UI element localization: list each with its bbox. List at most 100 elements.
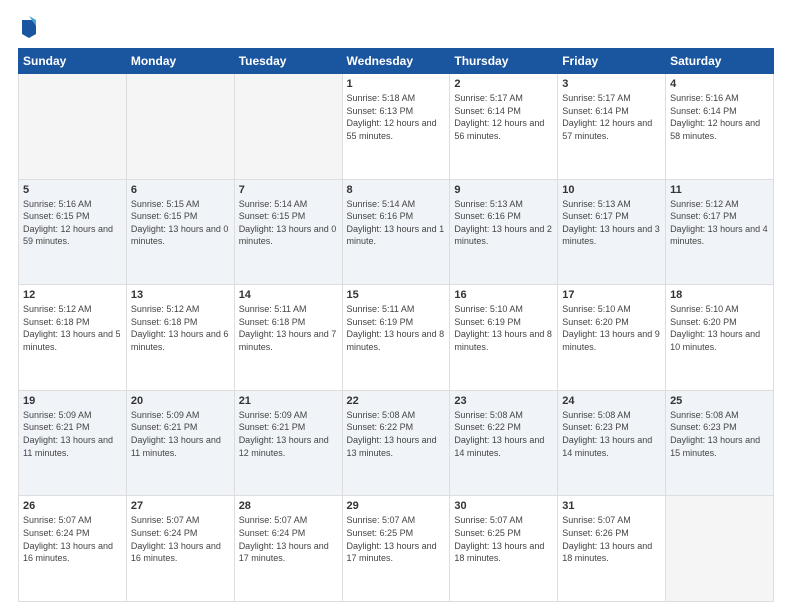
- day-info: Sunrise: 5:10 AMSunset: 6:20 PMDaylight:…: [562, 303, 661, 353]
- calendar-cell: [19, 74, 127, 180]
- day-number: 31: [562, 500, 661, 512]
- day-info: Sunrise: 5:07 AMSunset: 6:25 PMDaylight:…: [347, 514, 446, 564]
- calendar-week-row: 19Sunrise: 5:09 AMSunset: 6:21 PMDayligh…: [19, 390, 774, 496]
- day-info: Sunrise: 5:12 AMSunset: 6:17 PMDaylight:…: [670, 198, 769, 248]
- calendar-cell: 14 Sunrise: 5:11 AMSunset: 6:18 PMDayligh…: [234, 285, 342, 391]
- day-info: Sunrise: 5:08 AMSunset: 6:23 PMDaylight:…: [670, 409, 769, 459]
- day-info: Sunrise: 5:11 AMSunset: 6:19 PMDaylight:…: [347, 303, 446, 353]
- day-number: 29: [347, 500, 446, 512]
- logo-icon: [20, 16, 38, 38]
- calendar-cell: 13 Sunrise: 5:12 AMSunset: 6:18 PMDayligh…: [126, 285, 234, 391]
- calendar-header-row: SundayMondayTuesdayWednesdayThursdayFrid…: [19, 49, 774, 74]
- day-info: Sunrise: 5:08 AMSunset: 6:22 PMDaylight:…: [347, 409, 446, 459]
- calendar-cell: 7 Sunrise: 5:14 AMSunset: 6:15 PMDaylight…: [234, 179, 342, 285]
- calendar-cell: 15Sunrise: 5:11 AMSunset: 6:19 PMDayligh…: [342, 285, 450, 391]
- day-number: 7: [239, 184, 338, 196]
- day-number: 18: [670, 289, 769, 301]
- calendar-cell: 12 Sunrise: 5:12 AMSunset: 6:18 PMDayligh…: [19, 285, 127, 391]
- calendar-cell: 25Sunrise: 5:08 AMSunset: 6:23 PMDayligh…: [666, 390, 774, 496]
- day-number: 17: [562, 289, 661, 301]
- day-info: Sunrise: 5:09 AMSunset: 6:21 PMDaylight:…: [239, 409, 338, 459]
- day-number: 24: [562, 395, 661, 407]
- calendar-cell: 21 Sunrise: 5:09 AMSunset: 6:21 PMDayligh…: [234, 390, 342, 496]
- calendar-header-tuesday: Tuesday: [234, 49, 342, 74]
- calendar-header-monday: Monday: [126, 49, 234, 74]
- calendar-cell: 29 Sunrise: 5:07 AMSunset: 6:25 PMDayligh…: [342, 496, 450, 602]
- calendar-cell: 17 Sunrise: 5:10 AMSunset: 6:20 PMDayligh…: [558, 285, 666, 391]
- day-number: 3: [562, 78, 661, 90]
- calendar-cell: 19Sunrise: 5:09 AMSunset: 6:21 PMDayligh…: [19, 390, 127, 496]
- calendar-cell: 10Sunrise: 5:13 AMSunset: 6:17 PMDayligh…: [558, 179, 666, 285]
- day-number: 1: [347, 78, 446, 90]
- calendar-header-sunday: Sunday: [19, 49, 127, 74]
- day-number: 30: [454, 500, 553, 512]
- day-number: 27: [131, 500, 230, 512]
- day-info: Sunrise: 5:09 AMSunset: 6:21 PMDaylight:…: [131, 409, 230, 459]
- day-info: Sunrise: 5:15 AMSunset: 6:15 PMDaylight:…: [131, 198, 230, 248]
- calendar-cell: 16 Sunrise: 5:10 AMSunset: 6:19 PMDayligh…: [450, 285, 558, 391]
- day-info: Sunrise: 5:14 AMSunset: 6:16 PMDaylight:…: [347, 198, 446, 248]
- day-number: 11: [670, 184, 769, 196]
- calendar-cell: 1 Sunrise: 5:18 AMSunset: 6:13 PMDaylight…: [342, 74, 450, 180]
- day-info: Sunrise: 5:13 AMSunset: 6:16 PMDaylight:…: [454, 198, 553, 248]
- day-info: Sunrise: 5:14 AMSunset: 6:15 PMDaylight:…: [239, 198, 338, 248]
- calendar-cell: 30 Sunrise: 5:07 AMSunset: 6:25 PMDayligh…: [450, 496, 558, 602]
- header: [18, 18, 774, 38]
- day-info: Sunrise: 5:10 AMSunset: 6:19 PMDaylight:…: [454, 303, 553, 353]
- day-info: Sunrise: 5:07 AMSunset: 6:24 PMDaylight:…: [23, 514, 122, 564]
- day-info: Sunrise: 5:18 AMSunset: 6:13 PMDaylight:…: [347, 92, 446, 142]
- calendar-cell: 5 Sunrise: 5:16 AMSunset: 6:15 PMDaylight…: [19, 179, 127, 285]
- day-number: 5: [23, 184, 122, 196]
- calendar-cell: [126, 74, 234, 180]
- calendar-week-row: 1 Sunrise: 5:18 AMSunset: 6:13 PMDaylight…: [19, 74, 774, 180]
- calendar-week-row: 26 Sunrise: 5:07 AMSunset: 6:24 PMDayligh…: [19, 496, 774, 602]
- day-info: Sunrise: 5:12 AMSunset: 6:18 PMDaylight:…: [131, 303, 230, 353]
- calendar-header-wednesday: Wednesday: [342, 49, 450, 74]
- day-number: 8: [347, 184, 446, 196]
- day-info: Sunrise: 5:12 AMSunset: 6:18 PMDaylight:…: [23, 303, 122, 353]
- day-number: 10: [562, 184, 661, 196]
- day-number: 20: [131, 395, 230, 407]
- calendar-cell: 18 Sunrise: 5:10 AMSunset: 6:20 PMDayligh…: [666, 285, 774, 391]
- day-info: Sunrise: 5:07 AMSunset: 6:26 PMDaylight:…: [562, 514, 661, 564]
- day-number: 14: [239, 289, 338, 301]
- day-number: 9: [454, 184, 553, 196]
- calendar-cell: 2 Sunrise: 5:17 AMSunset: 6:14 PMDaylight…: [450, 74, 558, 180]
- day-number: 2: [454, 78, 553, 90]
- calendar-cell: 31 Sunrise: 5:07 AMSunset: 6:26 PMDayligh…: [558, 496, 666, 602]
- day-number: 13: [131, 289, 230, 301]
- calendar-week-row: 5 Sunrise: 5:16 AMSunset: 6:15 PMDaylight…: [19, 179, 774, 285]
- page: SundayMondayTuesdayWednesdayThursdayFrid…: [0, 0, 792, 612]
- day-number: 28: [239, 500, 338, 512]
- day-number: 23: [454, 395, 553, 407]
- day-info: Sunrise: 5:07 AMSunset: 6:24 PMDaylight:…: [131, 514, 230, 564]
- calendar-table: SundayMondayTuesdayWednesdayThursdayFrid…: [18, 48, 774, 602]
- day-number: 26: [23, 500, 122, 512]
- calendar-cell: 22Sunrise: 5:08 AMSunset: 6:22 PMDayligh…: [342, 390, 450, 496]
- day-info: Sunrise: 5:17 AMSunset: 6:14 PMDaylight:…: [454, 92, 553, 142]
- calendar-cell: 26 Sunrise: 5:07 AMSunset: 6:24 PMDayligh…: [19, 496, 127, 602]
- calendar-cell: [666, 496, 774, 602]
- day-info: Sunrise: 5:08 AMSunset: 6:23 PMDaylight:…: [562, 409, 661, 459]
- day-info: Sunrise: 5:07 AMSunset: 6:25 PMDaylight:…: [454, 514, 553, 564]
- calendar-header-friday: Friday: [558, 49, 666, 74]
- calendar-cell: 9 Sunrise: 5:13 AMSunset: 6:16 PMDaylight…: [450, 179, 558, 285]
- calendar-cell: 11 Sunrise: 5:12 AMSunset: 6:17 PMDayligh…: [666, 179, 774, 285]
- day-number: 16: [454, 289, 553, 301]
- day-number: 12: [23, 289, 122, 301]
- calendar-cell: 27 Sunrise: 5:07 AMSunset: 6:24 PMDayligh…: [126, 496, 234, 602]
- day-info: Sunrise: 5:16 AMSunset: 6:14 PMDaylight:…: [670, 92, 769, 142]
- calendar-cell: 23Sunrise: 5:08 AMSunset: 6:22 PMDayligh…: [450, 390, 558, 496]
- calendar-cell: 20 Sunrise: 5:09 AMSunset: 6:21 PMDayligh…: [126, 390, 234, 496]
- day-info: Sunrise: 5:07 AMSunset: 6:24 PMDaylight:…: [239, 514, 338, 564]
- logo-text: [18, 18, 38, 38]
- calendar-week-row: 12 Sunrise: 5:12 AMSunset: 6:18 PMDayligh…: [19, 285, 774, 391]
- day-info: Sunrise: 5:16 AMSunset: 6:15 PMDaylight:…: [23, 198, 122, 248]
- day-info: Sunrise: 5:11 AMSunset: 6:18 PMDaylight:…: [239, 303, 338, 353]
- day-info: Sunrise: 5:10 AMSunset: 6:20 PMDaylight:…: [670, 303, 769, 353]
- calendar-cell: 6 Sunrise: 5:15 AMSunset: 6:15 PMDaylight…: [126, 179, 234, 285]
- day-info: Sunrise: 5:17 AMSunset: 6:14 PMDaylight:…: [562, 92, 661, 142]
- day-info: Sunrise: 5:09 AMSunset: 6:21 PMDaylight:…: [23, 409, 122, 459]
- day-number: 6: [131, 184, 230, 196]
- day-number: 21: [239, 395, 338, 407]
